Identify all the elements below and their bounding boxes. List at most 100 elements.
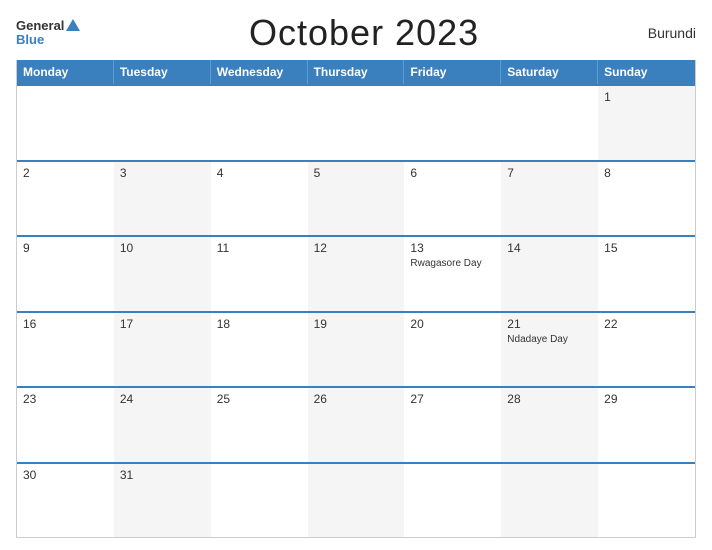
calendar-cell: 31 bbox=[114, 464, 211, 538]
calendar-cell: 23 bbox=[17, 388, 114, 462]
day-number: 27 bbox=[410, 392, 495, 406]
calendar-cell bbox=[501, 464, 598, 538]
calendar-cell: 10 bbox=[114, 237, 211, 311]
calendar-week-2: 9 10 11 12 13 Rwagasore Day 14 15 bbox=[17, 235, 695, 311]
calendar-cell: 12 bbox=[308, 237, 405, 311]
calendar-cell: 21 Ndadaye Day bbox=[501, 313, 598, 387]
calendar-cell: 28 bbox=[501, 388, 598, 462]
day-number: 19 bbox=[314, 317, 399, 331]
calendar-cell: 22 bbox=[598, 313, 695, 387]
day-number: 11 bbox=[217, 241, 302, 255]
day-number: 10 bbox=[120, 241, 205, 255]
day-number: 9 bbox=[23, 241, 108, 255]
logo-blue-text: Blue bbox=[16, 33, 44, 47]
day-number: 23 bbox=[23, 392, 108, 406]
day-number: 2 bbox=[23, 166, 108, 180]
calendar-cell bbox=[211, 464, 308, 538]
calendar-cell bbox=[404, 464, 501, 538]
calendar-cell: 24 bbox=[114, 388, 211, 462]
day-number: 20 bbox=[410, 317, 495, 331]
day-number: 21 bbox=[507, 317, 592, 331]
calendar-body: 12345678910111213Rwagasore Day1415161718… bbox=[17, 84, 695, 537]
calendar-week-0: 1 bbox=[17, 84, 695, 160]
calendar-cell: 25 bbox=[211, 388, 308, 462]
day-number: 24 bbox=[120, 392, 205, 406]
calendar-week-4: 23 24 25 26 27 28 29 bbox=[17, 386, 695, 462]
calendar-cell: 11 bbox=[211, 237, 308, 311]
calendar-cell bbox=[404, 86, 501, 160]
calendar-cell: 29 bbox=[598, 388, 695, 462]
day-number: 15 bbox=[604, 241, 689, 255]
calendar-cell: 27 bbox=[404, 388, 501, 462]
day-number: 17 bbox=[120, 317, 205, 331]
calendar-cell: 16 bbox=[17, 313, 114, 387]
title-area: October 2023 bbox=[80, 12, 647, 54]
calendar-cell: 9 bbox=[17, 237, 114, 311]
calendar: MondayTuesdayWednesdayThursdayFridaySatu… bbox=[16, 60, 696, 538]
calendar-week-5: 30 31 bbox=[17, 462, 695, 538]
calendar-cell: 20 bbox=[404, 313, 501, 387]
logo-triangle-icon bbox=[66, 19, 80, 31]
logo-general-text: General bbox=[16, 19, 64, 33]
day-number: 1 bbox=[604, 90, 689, 104]
header-cell-friday: Friday bbox=[404, 60, 501, 84]
calendar-cell bbox=[501, 86, 598, 160]
day-event: Ndadaye Day bbox=[507, 333, 592, 346]
day-number: 31 bbox=[120, 468, 205, 482]
calendar-cell: 7 bbox=[501, 162, 598, 236]
day-number: 30 bbox=[23, 468, 108, 482]
day-number: 22 bbox=[604, 317, 689, 331]
logo: General Blue bbox=[16, 19, 80, 48]
calendar-cell: 6 bbox=[404, 162, 501, 236]
header-cell-tuesday: Tuesday bbox=[114, 60, 211, 84]
calendar-cell: 4 bbox=[211, 162, 308, 236]
calendar-cell: 26 bbox=[308, 388, 405, 462]
day-number: 16 bbox=[23, 317, 108, 331]
calendar-cell: 15 bbox=[598, 237, 695, 311]
header-cell-thursday: Thursday bbox=[308, 60, 405, 84]
calendar-cell: 8 bbox=[598, 162, 695, 236]
calendar-cell bbox=[598, 464, 695, 538]
day-number: 12 bbox=[314, 241, 399, 255]
header: General Blue October 2023 Burundi bbox=[16, 12, 696, 54]
day-number: 4 bbox=[217, 166, 302, 180]
calendar-cell: 30 bbox=[17, 464, 114, 538]
day-number: 7 bbox=[507, 166, 592, 180]
header-cell-monday: Monday bbox=[17, 60, 114, 84]
calendar-cell: 14 bbox=[501, 237, 598, 311]
day-number: 5 bbox=[314, 166, 399, 180]
day-number: 18 bbox=[217, 317, 302, 331]
day-number: 28 bbox=[507, 392, 592, 406]
calendar-week-1: 2345678 bbox=[17, 160, 695, 236]
page: General Blue October 2023 Burundi Monday… bbox=[0, 0, 712, 550]
day-number: 3 bbox=[120, 166, 205, 180]
day-number: 29 bbox=[604, 392, 689, 406]
day-number: 13 bbox=[410, 241, 495, 255]
day-number: 14 bbox=[507, 241, 592, 255]
calendar-cell bbox=[114, 86, 211, 160]
calendar-title: October 2023 bbox=[80, 12, 647, 54]
day-number: 26 bbox=[314, 392, 399, 406]
calendar-cell: 1 bbox=[598, 86, 695, 160]
logo-text: General Blue bbox=[16, 19, 80, 48]
calendar-cell bbox=[308, 86, 405, 160]
calendar-cell: 13 Rwagasore Day bbox=[404, 237, 501, 311]
day-number: 6 bbox=[410, 166, 495, 180]
day-number: 25 bbox=[217, 392, 302, 406]
day-number: 8 bbox=[604, 166, 689, 180]
calendar-cell bbox=[211, 86, 308, 160]
calendar-cell: 5 bbox=[308, 162, 405, 236]
calendar-cell: 17 bbox=[114, 313, 211, 387]
day-event: Rwagasore Day bbox=[410, 257, 495, 270]
calendar-cell: 3 bbox=[114, 162, 211, 236]
calendar-header-row: MondayTuesdayWednesdayThursdayFridaySatu… bbox=[17, 60, 695, 84]
header-cell-wednesday: Wednesday bbox=[211, 60, 308, 84]
calendar-week-3: 16 17 18 19 20 21 Ndadaye Day 22 bbox=[17, 311, 695, 387]
calendar-cell: 18 bbox=[211, 313, 308, 387]
header-cell-sunday: Sunday bbox=[598, 60, 695, 84]
calendar-cell bbox=[308, 464, 405, 538]
calendar-cell: 19 bbox=[308, 313, 405, 387]
calendar-cell bbox=[17, 86, 114, 160]
calendar-cell: 2 bbox=[17, 162, 114, 236]
header-cell-saturday: Saturday bbox=[501, 60, 598, 84]
